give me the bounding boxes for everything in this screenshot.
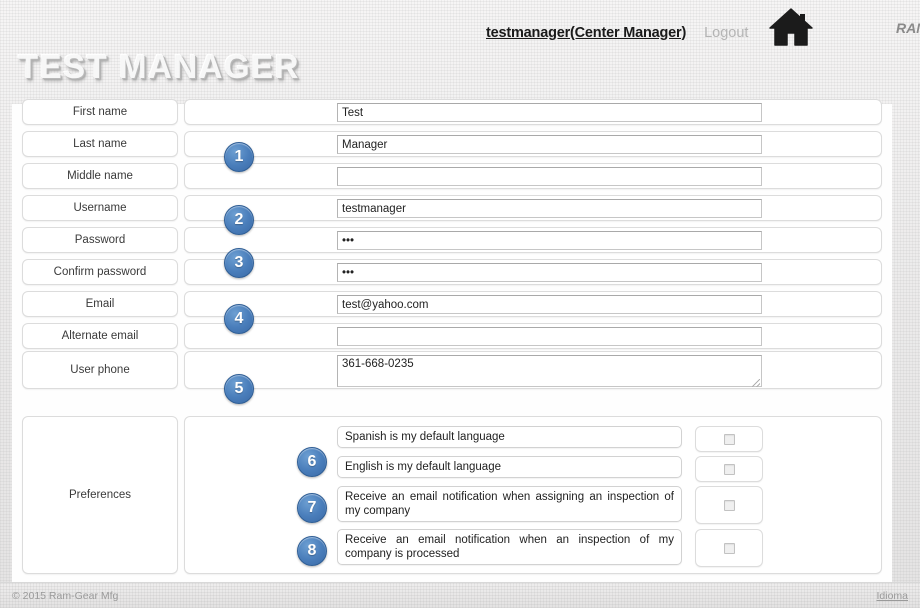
preferences-panel: Spanish is my default language English i… [184,416,882,574]
password-input[interactable] [337,231,762,250]
page-title: TEST MANAGER [18,48,300,85]
step-badge-7: 7 [297,493,327,523]
first-name-input[interactable] [337,103,762,122]
user-phone-textarea[interactable] [337,355,762,387]
field-label-username: Username [22,195,178,221]
label-text: Password [74,234,126,246]
field-label-last-name: Last name [22,131,178,157]
username-input[interactable] [337,199,762,218]
field-input-container [184,323,882,349]
label-text: First name [72,106,128,118]
field-input-container [184,99,882,125]
preference-label-assign-notification: Receive an email notification when assig… [337,486,682,522]
label-text: Last name [73,138,127,150]
field-label-alternate-email: Alternate email [22,323,178,349]
step-badge-1: 1 [224,142,254,172]
preference-row: Spanish is my default language [337,426,763,452]
preference-label-spanish: Spanish is my default language [337,426,682,448]
copyright-text: © 2015 Ram-Gear Mfg [12,590,119,602]
label-text: Confirm password [53,266,147,278]
header-links: testmanager(Center Manager) Logout [486,8,814,52]
main-content-panel: First name Last name Middle name Usernam… [12,99,892,582]
home-icon[interactable] [768,7,814,52]
resize-handle-icon[interactable] [752,379,760,387]
preference-checkbox-container-english[interactable] [695,456,763,482]
checkbox-spanish-default-language[interactable] [723,433,735,445]
step-badge-3: 3 [224,248,254,278]
field-input-container [184,163,882,189]
field-label-user-phone: User phone [22,351,178,389]
step-badge-6: 6 [297,447,327,477]
step-badge-4: 4 [224,304,254,334]
field-label-password: Password [22,227,178,253]
logout-link[interactable]: Logout [704,25,748,41]
label-text: Alternate email [61,330,139,342]
field-label-confirm-password: Confirm password [22,259,178,285]
field-label-first-name: First name [22,99,178,125]
step-badge-8: 8 [297,536,327,566]
checkbox-english-default-language[interactable] [723,463,735,475]
language-link[interactable]: Idioma [876,590,908,602]
label-text: User phone [70,364,130,376]
field-input-container [184,291,882,317]
last-name-input[interactable] [337,135,762,154]
middle-name-input[interactable] [337,167,762,186]
email-input[interactable] [337,295,762,314]
preferences-label-text: Preferences [68,489,131,501]
step-badge-5: 5 [224,374,254,404]
brand-name-right: RAM-GEAR [896,20,920,36]
step-badge-2: 2 [224,205,254,235]
preference-checkbox-container-processed[interactable] [695,529,763,567]
field-input-container [184,227,882,253]
field-input-container [184,131,882,157]
checkbox-assign-inspection-notification[interactable] [723,499,735,511]
field-input-container [184,195,882,221]
page-footer: © 2015 Ram-Gear Mfg Idioma [0,582,920,608]
alternate-email-input[interactable] [337,327,762,346]
field-label-email: Email [22,291,178,317]
preference-label-processed-notification: Receive an email notification when an in… [337,529,682,565]
preference-row: Receive an email notification when an in… [337,529,763,567]
field-input-container [184,259,882,285]
preference-checkbox-container-spanish[interactable] [695,426,763,452]
page-header: testmanager(Center Manager) Logout RAM-G… [0,0,920,100]
preference-row: English is my default language [337,456,763,482]
preference-row: Receive an email notification when assig… [337,486,763,524]
label-text: Middle name [67,170,133,182]
label-text: Username [73,202,127,214]
confirm-password-input[interactable] [337,263,762,282]
preferences-label-box: Preferences [22,416,178,574]
field-input-container [184,351,882,389]
field-label-middle-name: Middle name [22,163,178,189]
current-user-link[interactable]: testmanager(Center Manager) [486,25,686,41]
preference-checkbox-container-assign[interactable] [695,486,763,524]
checkbox-processed-inspection-notification[interactable] [723,542,735,554]
preference-label-english: English is my default language [337,456,682,478]
label-text: Email [85,298,115,310]
